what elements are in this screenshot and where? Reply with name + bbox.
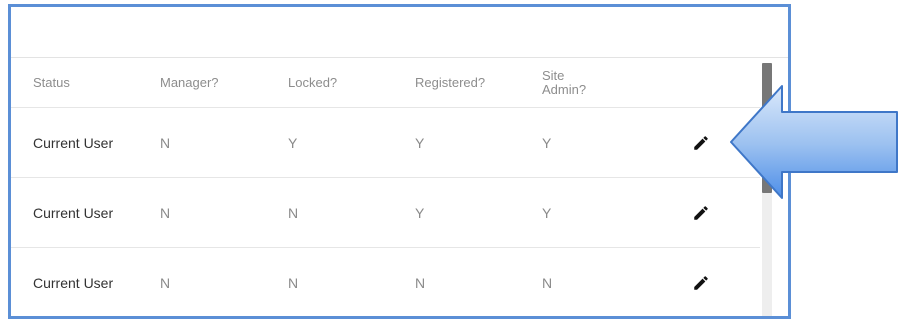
users-table: Status Manager? Locked? Registered? Site… <box>11 58 760 316</box>
site-admin-cell: Y <box>542 134 552 151</box>
table-header-row: Status Manager? Locked? Registered? Site… <box>11 58 760 108</box>
site-admin-cell: N <box>542 274 553 291</box>
arrow-left-icon <box>730 85 898 199</box>
registered-cell: N <box>415 274 426 291</box>
edit-cell <box>686 178 716 247</box>
locked-cell: Y <box>288 134 298 151</box>
screenshot-stage: Status Manager? Locked? Registered? Site… <box>0 0 900 323</box>
manager-cell: N <box>160 204 171 221</box>
site-admin-cell: Y <box>542 204 552 221</box>
column-header-registered: Registered? <box>415 74 486 90</box>
edit-button[interactable] <box>688 270 714 296</box>
status-cell: Current User <box>33 204 114 221</box>
pencil-icon <box>694 135 708 150</box>
edit-button[interactable] <box>688 130 714 156</box>
registered-cell: Y <box>415 204 425 221</box>
users-table-panel: Status Manager? Locked? Registered? Site… <box>8 4 791 319</box>
pencil-icon <box>694 205 708 220</box>
locked-cell: N <box>288 274 299 291</box>
status-cell: Current User <box>33 274 114 291</box>
edit-button[interactable] <box>688 200 714 226</box>
column-header-locked: Locked? <box>288 74 338 90</box>
column-header-status: Status <box>33 74 70 90</box>
manager-cell: N <box>160 134 171 151</box>
table-row: Current User N N N N <box>11 248 760 316</box>
column-header-site-admin: Site Admin? <box>542 67 587 97</box>
manager-cell: N <box>160 274 171 291</box>
table-row: Current User N Y Y Y <box>11 108 760 178</box>
locked-cell: N <box>288 204 299 221</box>
edit-cell <box>686 248 716 316</box>
pencil-icon <box>694 275 708 290</box>
table-row: Current User N N Y Y <box>11 178 760 248</box>
panel-top-bar <box>11 7 788 58</box>
column-header-manager: Manager? <box>160 74 219 90</box>
edit-cell <box>686 108 716 177</box>
status-cell: Current User <box>33 134 114 151</box>
registered-cell: Y <box>415 134 425 151</box>
